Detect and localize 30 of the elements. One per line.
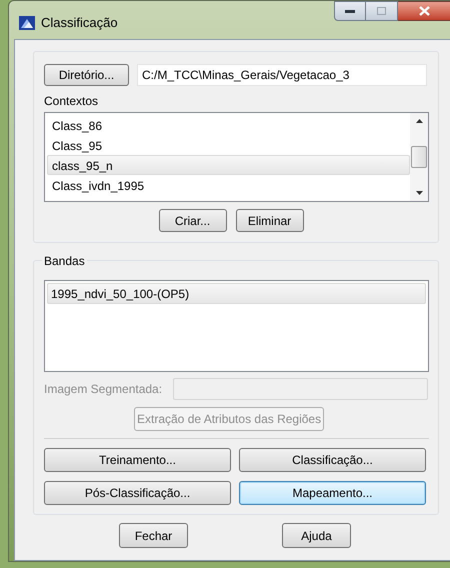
minimize-button[interactable] <box>334 1 366 21</box>
app-icon <box>19 16 35 30</box>
contexts-label: Contextos <box>44 94 98 108</box>
context-item[interactable]: Class_86 <box>47 115 410 135</box>
band-item[interactable]: 1995_ndvi_50_100-(OP5) <box>47 283 426 304</box>
scroll-up-icon[interactable] <box>416 119 422 123</box>
scroll-thumb[interactable] <box>411 146 427 168</box>
close-button[interactable] <box>398 1 450 21</box>
maximize-icon <box>377 7 386 15</box>
minimize-icon <box>345 10 355 12</box>
context-item[interactable]: Class_ivdn_1995 <box>47 175 410 195</box>
action-button[interactable]: Pós-Classificação... <box>44 481 231 505</box>
directory-button[interactable]: Diretório... <box>44 64 129 86</box>
window-title: Classificação <box>41 14 118 32</box>
help-button[interactable]: Ajuda <box>282 523 351 548</box>
segmented-image-field[interactable] <box>173 378 428 400</box>
action-button[interactable]: Treinamento... <box>44 448 231 472</box>
directory-field[interactable]: C:/M_TCC\Minas_Gerais/Vegetacao_3 <box>137 64 427 86</box>
context-item[interactable]: Class_95 <box>47 135 410 155</box>
scrollbar[interactable] <box>410 113 428 201</box>
action-button[interactable]: Mapeamento... <box>239 481 426 505</box>
context-item[interactable]: class_95_n <box>47 155 410 175</box>
create-button[interactable]: Criar... <box>158 209 226 232</box>
close-dialog-button[interactable]: Fechar <box>119 523 188 548</box>
action-button[interactable]: Classificação... <box>239 448 426 472</box>
close-icon <box>418 6 430 16</box>
maximize-button[interactable] <box>366 1 398 21</box>
delete-button[interactable]: Eliminar <box>236 209 304 232</box>
segmented-image-label: Imagem Segmentada: <box>44 381 164 398</box>
scroll-down-icon[interactable] <box>416 191 422 195</box>
